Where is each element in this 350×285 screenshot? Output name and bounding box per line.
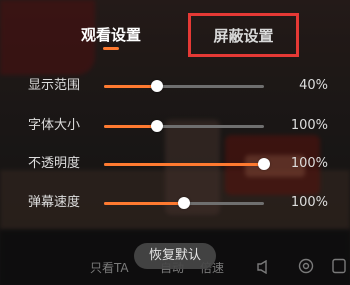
- setting-opacity: 不透明度 100%: [0, 154, 350, 174]
- slider-thumb[interactable]: [150, 80, 163, 92]
- slider-thumb[interactable]: [178, 197, 190, 209]
- setting-font-size: 字体大小 100%: [0, 116, 350, 136]
- setting-label: 弹幕速度: [28, 195, 81, 210]
- fullscreen-icon[interactable]: [332, 258, 346, 274]
- setting-label: 不透明度: [28, 156, 81, 171]
- setting-danmaku-speed: 弹幕速度 100%: [0, 193, 350, 213]
- setting-display-range: 显示范围 40%: [0, 76, 350, 96]
- only-watch-ta-button[interactable]: 只看TA: [90, 259, 129, 276]
- danmaku-settings-panel: 观看设置 屏蔽设置 显示范围 40% 字体大小 100% 不透明度 100% 弹…: [0, 0, 350, 285]
- active-tab-indicator: [103, 47, 119, 50]
- opacity-slider[interactable]: [104, 158, 270, 170]
- font-size-slider[interactable]: [104, 120, 264, 132]
- display-range-slider[interactable]: [104, 80, 264, 92]
- reset-default-button[interactable]: 恢复默认: [134, 243, 216, 269]
- danmaku-speed-slider[interactable]: [104, 197, 264, 209]
- setting-label: 显示范围: [28, 78, 81, 93]
- slider-fill: [104, 202, 184, 205]
- volume-icon[interactable]: [257, 259, 273, 275]
- setting-value: 100%: [290, 156, 328, 171]
- tab-watch-settings[interactable]: 观看设置: [70, 24, 152, 45]
- slider-fill: [104, 163, 264, 166]
- slider-thumb[interactable]: [150, 120, 163, 132]
- tab-block-settings[interactable]: 屏蔽设置: [188, 13, 299, 57]
- slider-fill: [104, 85, 157, 88]
- target-icon[interactable]: [298, 258, 314, 274]
- setting-value: 100%: [290, 118, 328, 133]
- setting-value: 100%: [290, 195, 328, 210]
- slider-thumb[interactable]: [258, 158, 270, 170]
- setting-value: 40%: [299, 78, 328, 93]
- slider-fill: [104, 125, 157, 128]
- setting-label: 字体大小: [28, 118, 81, 133]
